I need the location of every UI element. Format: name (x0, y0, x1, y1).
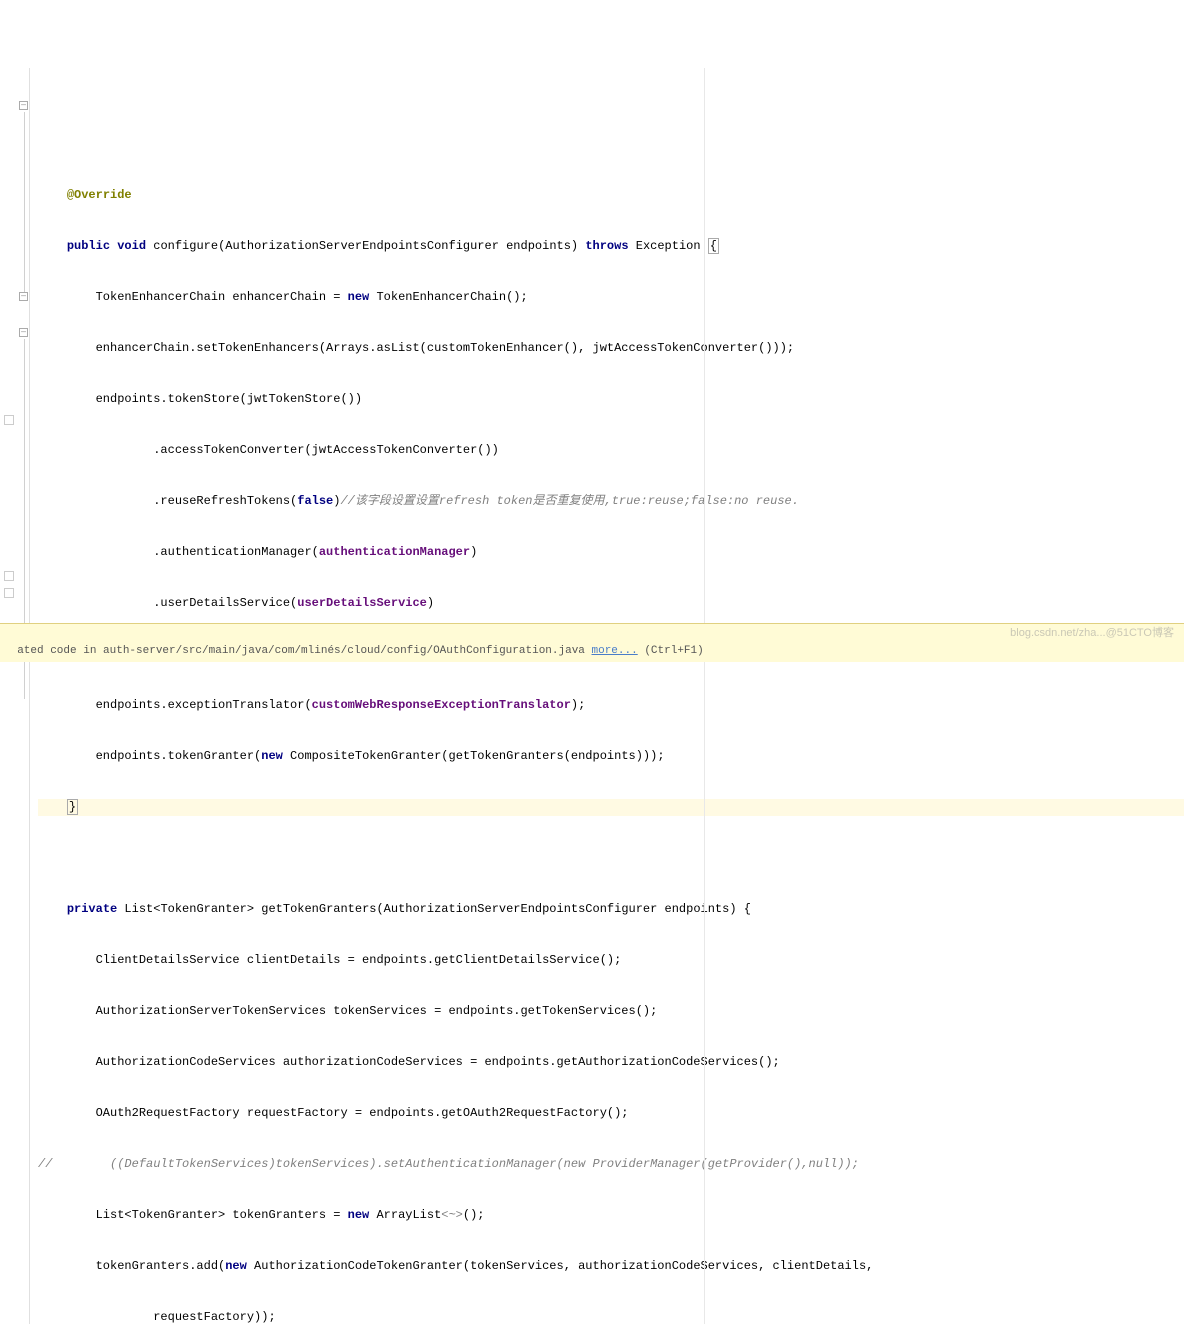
code: AuthorizationServerTokenServices tokenSe… (96, 1004, 658, 1018)
code: ClientDetailsService clientDetails = end… (96, 953, 622, 967)
field: authenticationManager (319, 545, 470, 559)
code-content[interactable]: @Override public void configure(Authoriz… (30, 68, 1184, 1324)
method-name: configure (153, 239, 218, 253)
more-link[interactable]: more... (592, 645, 638, 657)
keyword: new (225, 1259, 247, 1273)
keyword: void (117, 239, 146, 253)
diamond: <~> (441, 1208, 463, 1222)
code: enhancerChain.setTokenEnhancers(Arrays.a… (96, 341, 795, 355)
code: requestFactory)); (153, 1310, 275, 1324)
code: .accessTokenConverter(jwtAccessTokenConv… (153, 443, 499, 457)
code: ); (571, 698, 585, 712)
brace: } (67, 799, 78, 815)
field: userDetailsService (297, 596, 427, 610)
keyword: new (348, 290, 370, 304)
keyword: throws (585, 239, 628, 253)
brace: { (708, 238, 719, 254)
keyword: false (297, 494, 333, 508)
code: endpoints.tokenGranter( (96, 749, 262, 763)
code: .reuseRefreshTokens( (153, 494, 297, 508)
status-text: ated code in auth-server/src/main/java/c… (17, 645, 591, 657)
right-margin-guide (704, 68, 705, 1324)
fold-icon[interactable]: — (19, 101, 28, 110)
code: ) (470, 545, 477, 559)
code: (); (463, 1208, 485, 1222)
code: List<TokenGranter> tokenGranters = (96, 1208, 348, 1222)
keyword: new (261, 749, 283, 763)
keyword: new (348, 1208, 370, 1222)
code: tokenGranters.add( (96, 1259, 226, 1273)
field: customWebResponseExceptionTranslator (312, 698, 571, 712)
editor-gutter: — — — (0, 68, 30, 1324)
exception: Exception (629, 239, 708, 253)
annotation: @Override (67, 188, 132, 202)
shortcut-hint: (Ctrl+F1) (638, 645, 704, 657)
code: OAuth2RequestFactory requestFactory = en… (96, 1106, 629, 1120)
code: TokenEnhancerChain(); (369, 290, 527, 304)
gutter-comment-icon[interactable] (4, 588, 14, 598)
comment: // ((DefaultTokenServices)tokenServices)… (38, 1157, 859, 1171)
code: AuthorizationCodeServices authorizationC… (96, 1055, 780, 1069)
code: .authenticationManager( (153, 545, 319, 559)
gutter-comment-icon[interactable] (4, 571, 14, 581)
code: .userDetailsService( (153, 596, 297, 610)
code: CompositeTokenGranter(getTokenGranters(e… (283, 749, 665, 763)
inspection-status-bar: ated code in auth-server/src/main/java/c… (0, 623, 1184, 662)
code: ArrayList (369, 1208, 441, 1222)
code-editor[interactable]: — — — @Override public void configure(Au… (0, 68, 1184, 1324)
fold-icon[interactable]: — (19, 292, 28, 301)
fold-icon[interactable]: — (19, 328, 28, 337)
keyword: public (67, 239, 110, 253)
comment: //该字段设置设置refresh token是否重复使用,true:reuse;… (340, 494, 798, 508)
code: ) (427, 596, 434, 610)
code: TokenEnhancerChain enhancerChain = (96, 290, 348, 304)
gutter-comment-icon[interactable] (4, 415, 14, 425)
params: (AuthorizationServerEndpointsConfigurer … (218, 239, 585, 253)
code: endpoints.exceptionTranslator( (96, 698, 312, 712)
code: AuthorizationCodeTokenGranter(tokenServi… (247, 1259, 874, 1273)
keyword: private (67, 902, 117, 916)
method-sig: List<TokenGranter> getTokenGranters(Auth… (117, 902, 751, 916)
code: endpoints.tokenStore(jwtTokenStore()) (96, 392, 362, 406)
